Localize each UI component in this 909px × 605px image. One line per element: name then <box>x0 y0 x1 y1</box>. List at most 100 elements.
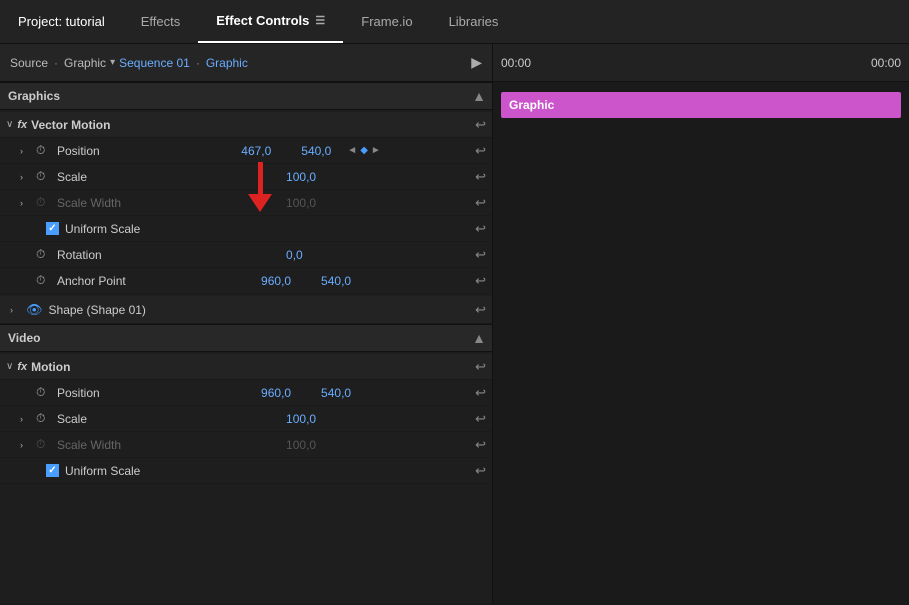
position-row-graphics: › ⏱ Position 467,0 540,0 ◄ ◆ ► ↩ <box>0 138 492 164</box>
shape-expand[interactable]: › <box>10 305 20 315</box>
anchor-timer-icon: ⏱ <box>36 273 52 288</box>
scale-width-row-graphics: › ⏱ Scale Width 100,0 ↩ <box>0 190 492 216</box>
graphics-section-header: Graphics ▲ <box>0 82 492 110</box>
vector-motion-header: ∨ fx Vector Motion ↩ <box>0 112 492 138</box>
vector-motion-collapse[interactable]: ∨ <box>6 119 13 130</box>
source-graphic-label: Graphic <box>64 56 106 70</box>
position-nav-prev[interactable]: ◄ <box>347 145 357 156</box>
source-sep2: · <box>196 56 200 70</box>
rotation-row: › ⏱ Rotation 0,0 ↩ <box>0 242 492 268</box>
position-label-video: Position <box>57 386 147 400</box>
position-value-x[interactable]: 467,0 <box>241 144 291 158</box>
right-panel: 00:00 00:00 Graphic <box>493 44 909 604</box>
scale-timer-icon-video: ⏱ <box>36 411 52 426</box>
scale-value-video[interactable]: 100,0 <box>286 412 336 426</box>
source-sep1: · <box>54 56 58 70</box>
scale-reset-video[interactable]: ↩ <box>475 411 486 427</box>
position-value-x-video[interactable]: 960,0 <box>261 386 311 400</box>
scale-width-expand-video[interactable]: › <box>20 440 30 450</box>
position-reset-video[interactable]: ↩ <box>475 385 486 401</box>
tab-frameio[interactable]: Frame.io <box>343 0 430 43</box>
main-container: Source · Graphic ▾ Sequence 01 · Graphic… <box>0 44 909 604</box>
uniform-scale-row-graphics: ✓ Uniform Scale ↩ <box>0 216 492 242</box>
source-sequence[interactable]: Sequence 01 <box>119 56 190 70</box>
source-bar: Source · Graphic ▾ Sequence 01 · Graphic… <box>0 44 492 82</box>
uniform-scale-label-graphics: Uniform Scale <box>65 222 140 236</box>
position-controls: ◄ ◆ ► <box>347 145 381 156</box>
video-section-header: Video ▲ <box>0 324 492 352</box>
scroll-area[interactable]: Graphics ▲ ∨ fx Vector Motion ↩ › ⏱ Posi… <box>0 82 492 604</box>
uniform-scale-reset-video[interactable]: ↩ <box>475 463 486 479</box>
uniform-scale-row-video: ✓ Uniform Scale ↩ <box>0 458 492 484</box>
position-keyframe[interactable]: ◆ <box>360 145 368 156</box>
rotation-value[interactable]: 0,0 <box>286 248 336 262</box>
shape-row: › 👁 Shape (Shape 01) ↩ <box>0 296 492 324</box>
scale-width-label: Scale Width <box>57 196 147 210</box>
position-timer-icon: ⏱ <box>36 143 52 158</box>
position-row-video: › ⏱ Position 960,0 540,0 ↩ <box>0 380 492 406</box>
shape-name: Shape (Shape 01) <box>49 303 146 317</box>
rotation-timer-icon: ⏱ <box>36 247 52 262</box>
scale-value[interactable]: 100,0 <box>286 170 336 184</box>
position-value-y[interactable]: 540,0 <box>301 144 341 158</box>
anchor-value-y[interactable]: 540,0 <box>321 274 361 288</box>
position-nav-next[interactable]: ► <box>371 145 381 156</box>
source-sequence-graphic[interactable]: Graphic <box>206 56 248 70</box>
motion-collapse[interactable]: ∨ <box>6 361 13 372</box>
position-expand[interactable]: › <box>20 146 30 156</box>
anchor-label: Anchor Point <box>57 274 147 288</box>
uniform-scale-checkbox-graphics[interactable]: ✓ <box>46 222 59 235</box>
graphics-scroll-up[interactable]: ▲ <box>472 88 486 104</box>
graphic-clip[interactable]: Graphic <box>501 92 901 118</box>
menu-icon[interactable]: ☰ <box>315 14 325 27</box>
uniform-scale-reset-graphics[interactable]: ↩ <box>475 221 486 237</box>
motion-header: ∨ fx Motion ↩ <box>0 354 492 380</box>
anchor-reset[interactable]: ↩ <box>475 273 486 289</box>
rotation-label: Rotation <box>57 248 147 262</box>
motion-group: ∨ fx Motion ↩ › ⏱ Position 960,0 540,0 ↩… <box>0 352 492 486</box>
scale-width-reset[interactable]: ↩ <box>475 195 486 211</box>
scale-width-timer-icon: ⏱ <box>36 195 52 210</box>
scale-timer-icon: ⏱ <box>36 169 52 184</box>
tab-effects[interactable]: Effects <box>123 0 199 43</box>
tab-effect-controls[interactable]: Effect Controls ☰ <box>198 0 343 43</box>
motion-reset[interactable]: ↩ <box>475 359 486 375</box>
video-scroll-up[interactable]: ▲ <box>472 330 486 346</box>
source-dropdown-icon[interactable]: ▾ <box>110 57 115 68</box>
scale-label: Scale <box>57 170 147 184</box>
position-reset[interactable]: ↩ <box>475 143 486 159</box>
scale-width-timer-icon-video: ⏱ <box>36 437 52 452</box>
position-value-y-video[interactable]: 540,0 <box>321 386 361 400</box>
timeline-header: 00:00 00:00 <box>493 44 909 82</box>
scale-width-reset-video[interactable]: ↩ <box>475 437 486 453</box>
uniform-scale-label-video: Uniform Scale <box>65 464 140 478</box>
vector-motion-reset[interactable]: ↩ <box>475 117 486 133</box>
source-label: Source <box>10 56 48 70</box>
vector-motion-name: Vector Motion <box>31 118 110 132</box>
anchor-point-row: › ⏱ Anchor Point 960,0 540,0 ↩ <box>0 268 492 294</box>
tab-bar: Project: tutorial Effects Effect Control… <box>0 0 909 44</box>
rotation-reset[interactable]: ↩ <box>475 247 486 263</box>
time-end: 00:00 <box>871 56 901 70</box>
scale-width-label-video: Scale Width <box>57 438 147 452</box>
position-timer-icon-video: ⏱ <box>36 385 52 400</box>
scale-expand-video[interactable]: › <box>20 414 30 424</box>
scale-expand[interactable]: › <box>20 172 30 182</box>
scale-width-row-video: › ⏱ Scale Width 100,0 ↩ <box>0 432 492 458</box>
tab-libraries[interactable]: Libraries <box>431 0 517 43</box>
scale-width-value: 100,0 <box>286 196 336 210</box>
motion-name: Motion <box>31 360 70 374</box>
left-panel: Source · Graphic ▾ Sequence 01 · Graphic… <box>0 44 493 604</box>
shape-eye-icon[interactable]: 👁 <box>26 302 43 318</box>
scale-width-expand[interactable]: › <box>20 198 30 208</box>
scale-label-video: Scale <box>57 412 147 426</box>
scale-reset[interactable]: ↩ <box>475 169 486 185</box>
scale-row-graphics: › ⏱ Scale 100,0 ↩ <box>0 164 492 190</box>
time-start: 00:00 <box>501 56 531 70</box>
scale-row-video: › ⏱ Scale 100,0 ↩ <box>0 406 492 432</box>
shape-reset[interactable]: ↩ <box>475 302 486 318</box>
uniform-scale-checkbox-video[interactable]: ✓ <box>46 464 59 477</box>
tab-project[interactable]: Project: tutorial <box>0 0 123 43</box>
play-button[interactable]: ▶ <box>471 54 482 71</box>
anchor-value-x[interactable]: 960,0 <box>261 274 311 288</box>
